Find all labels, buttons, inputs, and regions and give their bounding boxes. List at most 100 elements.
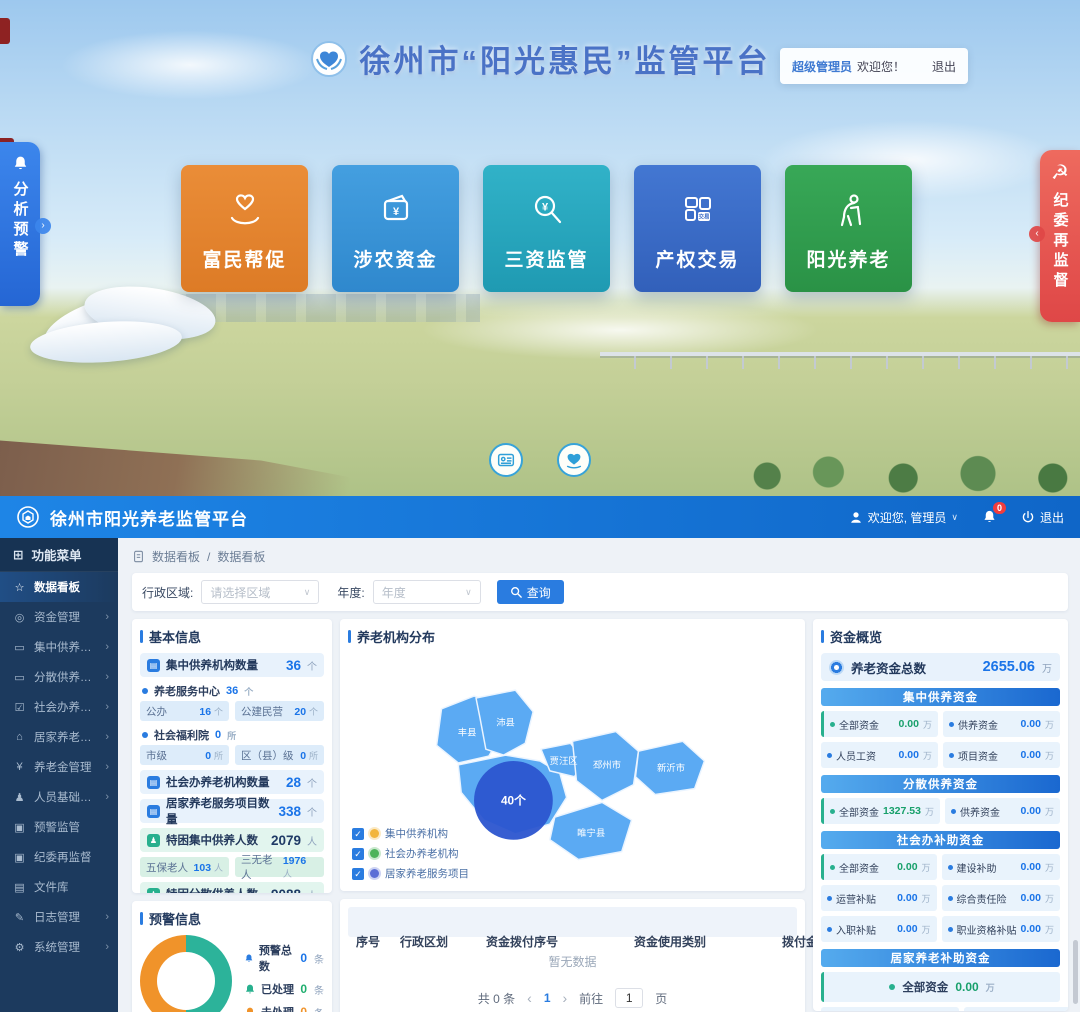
section-centralized-support-funds: 集中供养资金 (821, 688, 1060, 706)
sidebar-item-decentralized-support-funds[interactable]: ▭ 分散供养资金 › (0, 662, 118, 692)
sidebar-item-warning-supervision[interactable]: ▣ 预警监管 (0, 812, 118, 842)
analysis-warning-tab[interactable]: 分析预警 › (0, 142, 40, 306)
bullet-dot (142, 688, 148, 694)
user-icon (849, 510, 863, 525)
year-select[interactable]: 年度 ∨ (373, 580, 481, 604)
sidebar-item-social-elderly-institutions[interactable]: ☑ 社会办养老机构 › (0, 692, 118, 722)
trees (740, 446, 1080, 496)
logout-label: 退出 (1040, 509, 1064, 526)
current-page-button[interactable]: 1 (544, 991, 551, 1005)
chip-county-level: 区（县）级 0 所 (235, 745, 324, 765)
promenade (0, 422, 450, 496)
next-page-button[interactable]: › (563, 990, 568, 1006)
svg-text:交易: 交易 (698, 212, 710, 220)
tile-sanzi-jianguan[interactable]: ¥ 三资监管 (483, 165, 610, 292)
expand-right-icon[interactable]: › (35, 218, 51, 234)
checkbox-checked-icon[interactable]: ✓ (352, 828, 364, 840)
hero-user-role: 超级管理员 (792, 58, 852, 75)
person-badge-icon: ♟ (147, 888, 160, 894)
tile-fumin-bangcu[interactable]: 富民帮促 (181, 165, 308, 292)
stat-service-centers: 养老服务中心 36 个 (140, 682, 324, 700)
notifications-button[interactable]: 0 (982, 509, 997, 525)
sidebar-item-home-care-service-projects[interactable]: ⌂ 居家养老服务项目 › (0, 722, 118, 752)
col-usage-category: 资金使用类别 (634, 933, 782, 950)
checkbox-checked-icon[interactable]: ✓ (352, 868, 364, 880)
person-icon: ♟ (13, 791, 26, 804)
search-button[interactable]: 查询 (497, 580, 564, 604)
expand-left-icon[interactable]: ‹ (1029, 226, 1045, 242)
legend-centralized-institutions: ✓ 集中供养机构 (352, 826, 469, 841)
monitor-icon: ▣ (13, 821, 26, 834)
app-header: 徐州市阳光养老监管平台 欢迎您, 管理员 ∨ 0 退出 (0, 496, 1080, 538)
chip-public: 公办 16 个 (140, 701, 229, 721)
fund-item: 全部资金0.00万 (821, 711, 938, 737)
goto-page-input[interactable]: 1 (615, 988, 643, 1008)
bell-icon (12, 155, 29, 172)
tile-shenong-zijin[interactable]: ¥ 涉农资金 (332, 165, 459, 292)
stat-centralized-supported-persons: ♟ 特困集中供养人数 2079 人 (140, 828, 324, 852)
hero-user-box: 超级管理员 欢迎您！ 退出 (780, 48, 968, 84)
stat-welfare-homes: 社会福利院 0 所 (140, 726, 324, 744)
checkbox-icon: ☑ (13, 701, 26, 714)
col-region: 行政区划 (400, 933, 486, 950)
sidebar-item-log-management[interactable]: ✎ 日志管理 › (0, 902, 118, 932)
tile-chanquan-jiaoyi[interactable]: 交易 产权交易 (634, 165, 761, 292)
title-accent-bar (140, 630, 143, 643)
coin-icon: ◎ (13, 611, 26, 624)
fund-item: 综合责任险0.00万 (942, 885, 1060, 911)
year-filter-label: 年度: (337, 584, 364, 601)
sidebar-item-centralized-support-funds[interactable]: ▭ 集中供养资金 › (0, 632, 118, 662)
sidebar-item-file-library[interactable]: ▤ 文件库 (0, 872, 118, 902)
breadcrumb: 数据看板 / 数据看板 (132, 548, 1068, 565)
hero-platform-title: 徐州市“阳光惠民”监管平台 (360, 36, 771, 81)
care-heart-shortcut-button[interactable] (557, 443, 591, 477)
fund-item: 职业资格补贴0.00万 (942, 916, 1060, 942)
logout-button[interactable]: 退出 (1021, 509, 1064, 526)
title-accent-bar (140, 912, 143, 925)
warning-donut-chart (140, 935, 232, 1012)
prev-page-button[interactable]: ‹ (527, 990, 532, 1006)
sidebar-item-system-management[interactable]: ⚙ 系统管理 › (0, 932, 118, 962)
district-label: 睢宁县 (577, 827, 605, 838)
checkbox-checked-icon[interactable]: ✓ (352, 848, 364, 860)
title-accent-bar (348, 630, 351, 643)
party-emblem-icon: ☭ (1051, 163, 1069, 183)
district-label: 丰县 (458, 726, 477, 737)
stat-decentralized-supported-persons: ♟ 特困分散供养人数 9088 人 (140, 882, 324, 893)
property-trade-icon: 交易 (674, 186, 722, 234)
scrollbar-thumb[interactable] (1073, 940, 1078, 1004)
fund-item: 人员工资0.00万 (821, 742, 938, 768)
sidebar-item-pension-management[interactable]: ¥ 养老金管理 › (0, 752, 118, 782)
map-legend: ✓ 集中供养机构 ✓ 社会办养老机构 ✓ (352, 821, 469, 881)
analysis-warning-label: 分析预警 (10, 181, 31, 261)
breadcrumb-current: 数据看板 (217, 548, 265, 565)
district-label: 沛县 (496, 717, 515, 728)
section-social-subsidy-funds: 社会办补助资金 (821, 831, 1060, 849)
tile-label: 阳光养老 (806, 245, 890, 272)
chevron-right-icon: › (105, 761, 109, 773)
chip-wubao-elderly: 五保老人 103 人 (140, 857, 229, 877)
chevron-down-icon: ∨ (951, 512, 958, 523)
region-select[interactable]: 请选择区域 ∨ (201, 580, 319, 604)
stat-centralized-institutions: ▤ 集中供养机构数量 36 个 (140, 653, 324, 677)
chip-sanwu-elderly: 三无老人 1976 人 (235, 857, 324, 877)
id-card-shortcut-button[interactable] (489, 443, 523, 477)
funds-overview-title: 资金概览 (821, 627, 1060, 646)
table-header-row: 序号 行政区划 资金拨付序号 资金使用类别 拨付金额（元） 拨付日期 (348, 907, 797, 937)
home-icon: ⌂ (13, 731, 26, 743)
fund-item: 供养资金0.00万 (945, 798, 1060, 824)
tile-yangguang-yanglao[interactable]: 阳光养老 (785, 165, 912, 292)
tile-label: 富民帮促 (202, 245, 286, 272)
sidebar-item-discipline-re-supervision[interactable]: ▣ 纪委再监督 (0, 842, 118, 872)
sidebar-item-personnel-basic-info[interactable]: ♟ 人员基础信息 › (0, 782, 118, 812)
user-menu[interactable]: 欢迎您, 管理员 ∨ (849, 509, 958, 526)
chevron-right-icon: › (105, 701, 109, 713)
sidebar-item-data-dashboard[interactable]: ☆ 数据看板 (0, 572, 118, 602)
hero-logout-button[interactable]: 退出 (932, 58, 956, 75)
sidebar-item-fund-management[interactable]: ◎ 资金管理 › (0, 602, 118, 632)
pagination-total: 共 0 条 (478, 990, 515, 1007)
discipline-supervision-tab[interactable]: ☭ 纪委再监督 ‹ (1040, 150, 1080, 322)
title-accent-bar (821, 630, 824, 643)
pencil-icon: ✎ (13, 911, 26, 924)
breadcrumb-root[interactable]: 数据看板 (152, 548, 200, 565)
